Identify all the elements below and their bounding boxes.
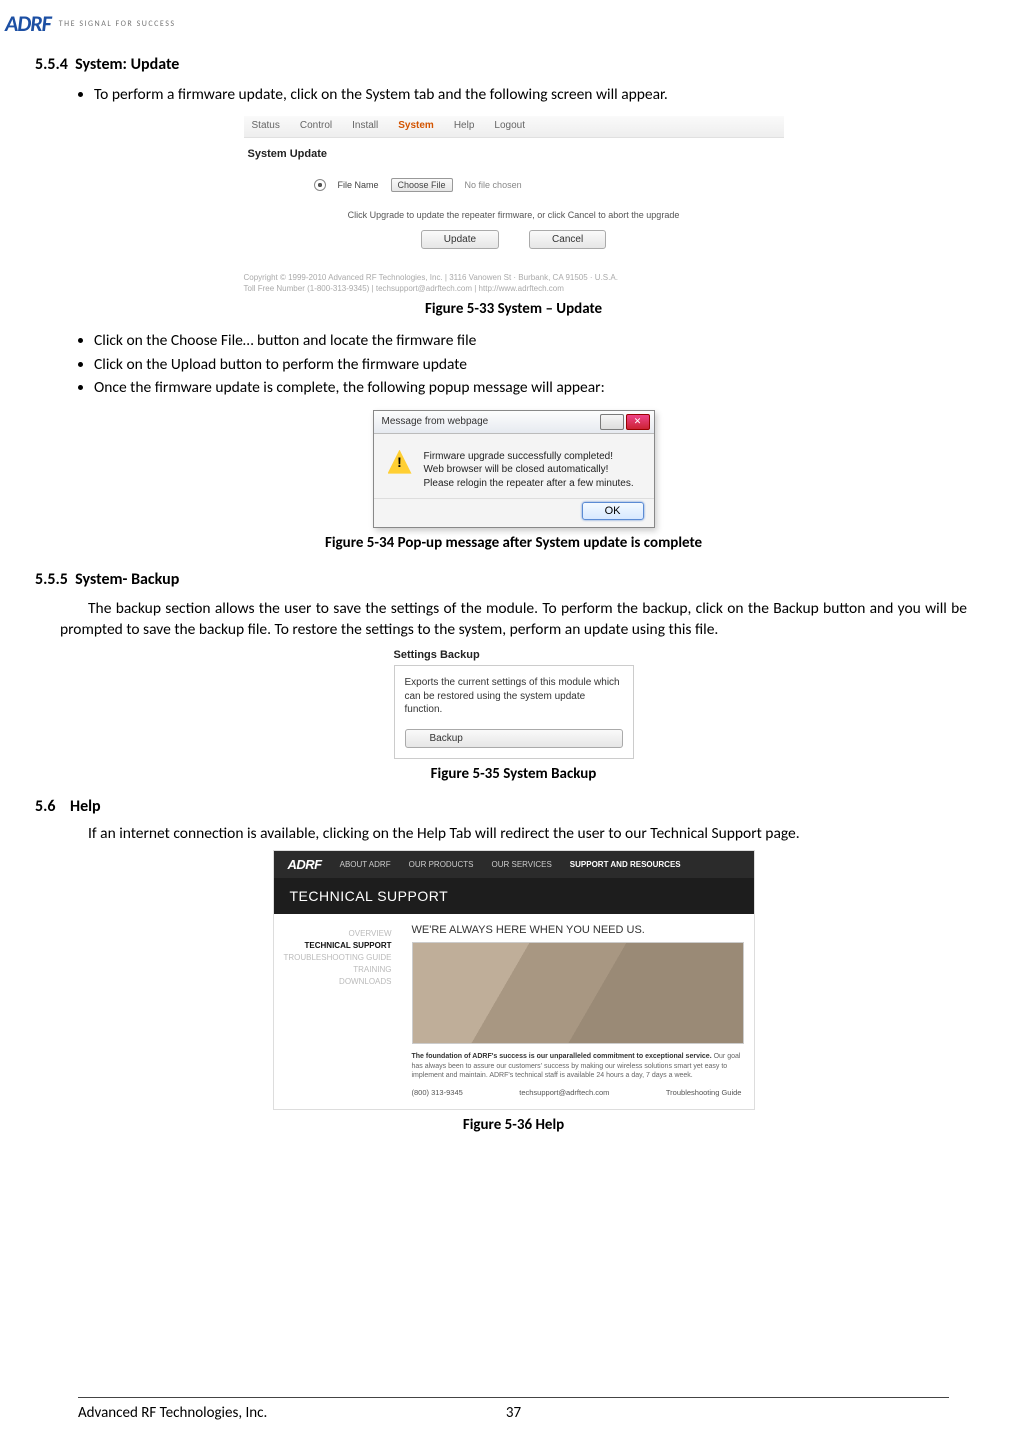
heading-56: 5.6 Help xyxy=(35,797,967,816)
dialog-body: ! Firmware upgrade successfully complete… xyxy=(374,434,654,499)
sidebar-item[interactable]: TRAINING xyxy=(282,964,392,976)
sidebar-item[interactable]: TROUBLESHOOTING GUIDE xyxy=(282,952,392,964)
list-item: Click on the Upload button to perform th… xyxy=(94,354,967,376)
tab-system[interactable]: System xyxy=(398,120,434,131)
list-item: Once the firmware update is complete, th… xyxy=(94,377,967,399)
fig36-contacts: (800) 313-9345 techsupport@adrftech.com … xyxy=(412,1088,742,1097)
footer-spacer xyxy=(946,1404,949,1422)
brand-logo: ADRF xyxy=(288,857,322,872)
choose-file-button[interactable]: Choose File xyxy=(391,178,453,192)
section-56-body: If an internet connection is available, … xyxy=(60,824,967,845)
fig33-file-row: File Name Choose File No file chosen xyxy=(244,170,784,206)
bullet-list-2: Click on the Choose File… button and loc… xyxy=(70,330,967,399)
update-button[interactable]: Update xyxy=(421,230,499,249)
figure-5-35: Settings Backup Exports the current sett… xyxy=(394,649,634,759)
document-page: ADRF THE SIGNAL FOR SUCCESS 5.5.4 System… xyxy=(0,0,1027,1456)
dialog-titlebar: Message from webpage ✕ xyxy=(374,411,654,434)
warning-icon: ! xyxy=(388,450,412,491)
nav-item-active[interactable]: SUPPORT AND RESOURCES xyxy=(570,860,681,869)
support-team-image xyxy=(412,942,744,1044)
dialog-line: Please relogin the repeater after a few … xyxy=(424,477,634,491)
sidebar-item-active[interactable]: TECHNICAL SUPPORT xyxy=(282,940,392,952)
radio-icon[interactable] xyxy=(314,179,326,191)
nav-item[interactable]: OUR SERVICES xyxy=(491,860,551,869)
heading-text: Help xyxy=(70,797,101,816)
footer-company: Advanced RF Technologies, Inc. xyxy=(78,1404,267,1422)
minimize-icon[interactable] xyxy=(600,414,624,430)
fig33-tabs: Status Control Install System Help Logou… xyxy=(244,116,784,138)
dialog-line: Firmware upgrade successfully completed! xyxy=(424,450,634,464)
fig36-content: WE'RE ALWAYS HERE WHEN YOU NEED US. The … xyxy=(400,914,754,1108)
page-header: ADRF THE SIGNAL FOR SUCCESS xyxy=(5,10,967,37)
list-item: To perform a firmware update, click on t… xyxy=(94,84,967,106)
figure-5-33-caption: Figure 5-33 System – Update xyxy=(60,300,967,318)
fig33-footer: Copyright © 1999-2010 Advanced RF Techno… xyxy=(244,267,784,294)
footer-page-number: 37 xyxy=(506,1404,521,1422)
heading-number: 5.6 xyxy=(35,797,56,816)
fig33-footer-line1: Copyright © 1999-2010 Advanced RF Techno… xyxy=(244,273,784,283)
tab-install[interactable]: Install xyxy=(352,120,378,131)
cancel-button[interactable]: Cancel xyxy=(529,230,606,249)
dialog-footer: OK xyxy=(374,498,654,527)
fig36-main: OVERVIEW TECHNICAL SUPPORT TROUBLESHOOTI… xyxy=(274,914,754,1108)
fig33-buttons: Update Cancel xyxy=(244,230,784,267)
dialog-message: Firmware upgrade successfully completed!… xyxy=(424,450,634,491)
fig35-title: Settings Backup xyxy=(394,649,634,665)
logo: ADRF xyxy=(5,10,51,37)
tab-help[interactable]: Help xyxy=(454,120,475,131)
fig36-headline: WE'RE ALWAYS HERE WHEN YOU NEED US. xyxy=(412,924,742,936)
close-icon[interactable]: ✕ xyxy=(626,414,650,430)
window-controls: ✕ xyxy=(600,414,650,430)
sidebar-item[interactable]: OVERVIEW xyxy=(282,928,392,940)
figure-5-34-caption: Figure 5-34 Pop-up message after System … xyxy=(60,534,967,552)
fig35-box: Exports the current settings of this mod… xyxy=(394,665,634,759)
filename-label: File Name xyxy=(338,180,379,190)
figure-5-36: ADRF ABOUT ADRF OUR PRODUCTS OUR SERVICE… xyxy=(273,850,755,1109)
heading-555: 5.5.5 System- Backup xyxy=(35,570,967,589)
page-footer: Advanced RF Technologies, Inc. 37 xyxy=(78,1397,949,1422)
fig35-desc: Exports the current settings of this mod… xyxy=(405,676,623,717)
fig36-description: The foundation of ADRF's success is our … xyxy=(412,1052,742,1079)
ok-button[interactable]: OK xyxy=(582,502,644,520)
backup-button[interactable]: Backup xyxy=(405,729,623,748)
figure-5-34: Message from webpage ✕ ! Firmware upgrad… xyxy=(373,410,655,529)
dialog-title: Message from webpage xyxy=(382,416,489,427)
sidebar-item[interactable]: DOWNLOADS xyxy=(282,976,392,988)
heading-text: System: Update xyxy=(75,55,179,74)
tab-logout[interactable]: Logout xyxy=(494,120,525,131)
tab-status[interactable]: Status xyxy=(252,120,280,131)
fig33-footer-line2: Toll Free Number (1-800-313-9345) | tech… xyxy=(244,284,784,294)
desc-bold: The foundation of ADRF's success is our … xyxy=(412,1053,712,1060)
figure-5-36-caption: Figure 5-36 Help xyxy=(60,1116,967,1134)
figure-5-35-caption: Figure 5-35 System Backup xyxy=(60,765,967,783)
heading-554: 5.5.4 System: Update xyxy=(35,55,967,74)
bullet-list-1: To perform a firmware update, click on t… xyxy=(70,84,967,106)
nav-item[interactable]: OUR PRODUCTS xyxy=(409,860,474,869)
fig36-banner: TECHNICAL SUPPORT xyxy=(274,878,754,914)
support-phone: (800) 313-9345 xyxy=(412,1088,463,1097)
section-555-body: The backup section allows the user to sa… xyxy=(60,599,967,641)
fig33-hint: Click Upgrade to update the repeater fir… xyxy=(244,206,784,230)
fig36-sidebar: OVERVIEW TECHNICAL SUPPORT TROUBLESHOOTI… xyxy=(274,914,400,1108)
figure-5-33: Status Control Install System Help Logou… xyxy=(244,116,784,294)
no-file-text: No file chosen xyxy=(465,180,522,190)
fig33-title: System Update xyxy=(244,138,784,170)
dialog-line: Web browser will be closed automatically… xyxy=(424,463,634,477)
nav-item[interactable]: ABOUT ADRF xyxy=(340,860,391,869)
list-item: Click on the Choose File… button and loc… xyxy=(94,330,967,352)
fig36-navbar: ADRF ABOUT ADRF OUR PRODUCTS OUR SERVICE… xyxy=(274,851,754,878)
heading-text: System- Backup xyxy=(75,570,179,589)
troubleshooting-link[interactable]: Troubleshooting Guide xyxy=(666,1088,742,1097)
support-email: techsupport@adrftech.com xyxy=(519,1088,609,1097)
heading-number: 5.5.4 xyxy=(35,55,68,74)
tab-control[interactable]: Control xyxy=(300,120,332,131)
heading-number: 5.5.5 xyxy=(35,570,68,589)
logo-tagline: THE SIGNAL FOR SUCCESS xyxy=(59,19,176,29)
